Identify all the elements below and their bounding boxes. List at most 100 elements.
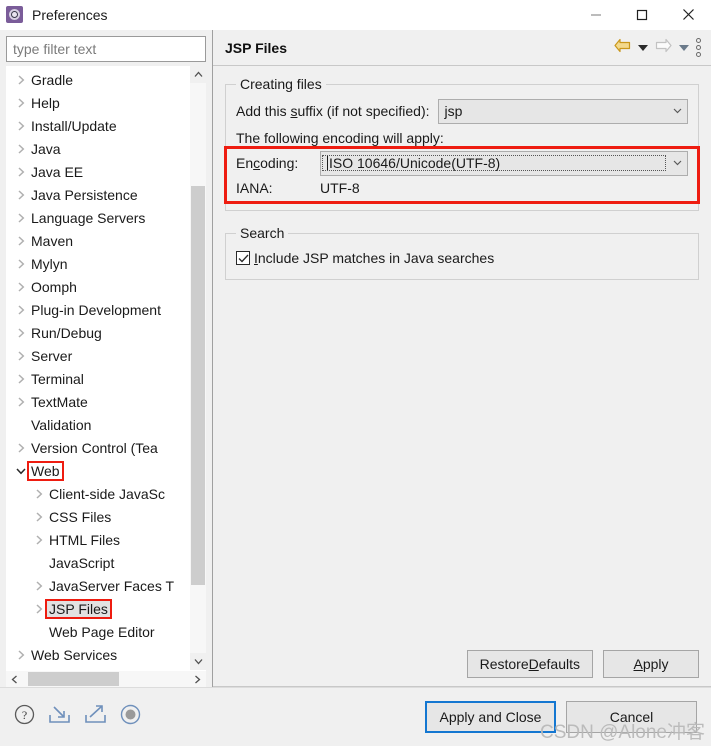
chevron-right-icon[interactable] (30, 534, 47, 545)
include-jsp-matches-row[interactable]: Include JSP matches in Java searches (236, 247, 688, 269)
tree-vertical-scrollbar[interactable] (189, 66, 206, 670)
tree-item-install-update[interactable]: Install/Update (6, 114, 189, 137)
chevron-right-icon[interactable] (30, 580, 47, 591)
restore-defaults-button[interactable]: Restore Defaults (466, 650, 593, 678)
tree-main: Gradle Help Install/Update Java Java EE Java … (6, 66, 206, 670)
scroll-right-button[interactable] (189, 671, 206, 687)
tree-item-javaserver-faces-t[interactable]: JavaServer Faces T (6, 574, 189, 597)
tree-item-version-control-tea[interactable]: Version Control (Tea (6, 436, 189, 459)
search-group: Search Include JSP matches in Java searc… (225, 225, 699, 280)
title-bar: Preferences (0, 0, 711, 30)
chevron-right-icon[interactable] (12, 258, 29, 269)
back-dropdown-icon[interactable] (638, 44, 648, 51)
suffix-label: Add this suffix (if not specified): (236, 103, 430, 119)
scroll-up-button[interactable] (190, 66, 206, 83)
tree-item-plug-in-development[interactable]: Plug-in Development (6, 298, 189, 321)
tree-item-label: Java (31, 140, 61, 157)
tree-item-help[interactable]: Help (6, 91, 189, 114)
tree-item-web-page-editor[interactable]: Web Page Editor (6, 620, 189, 643)
chevron-right-icon[interactable] (12, 189, 29, 200)
vertical-scroll-thumb[interactable] (191, 185, 205, 585)
chevron-right-icon[interactable] (12, 373, 29, 384)
suffix-combo[interactable]: jsp (437, 98, 688, 124)
tree-item-client-side-javasc[interactable]: Client-side JavaSc (6, 482, 189, 505)
export-icon[interactable] (84, 704, 107, 730)
vertical-scroll-track[interactable] (190, 83, 206, 653)
chevron-right-icon[interactable] (12, 166, 29, 177)
chevron-right-icon[interactable] (12, 396, 29, 407)
tree-item-html-files[interactable]: HTML Files (6, 528, 189, 551)
chevron-right-icon[interactable] (12, 212, 29, 223)
apply-button[interactable]: Apply (603, 650, 699, 678)
chevron-right-icon[interactable] (12, 120, 29, 131)
chevron-right-icon[interactable] (30, 488, 47, 499)
chevron-right-icon[interactable] (30, 603, 47, 614)
chevron-down-icon (667, 160, 687, 166)
tree-item-run-debug[interactable]: Run/Debug (6, 321, 189, 344)
cancel-button[interactable]: Cancel (566, 701, 697, 733)
preference-page-pane: JSP Files Creating files Add this suffix… (212, 30, 711, 687)
tree-item-label: HTML Files (49, 531, 121, 548)
tree-item-label: CSS Files (49, 508, 112, 525)
tree-item-java-ee[interactable]: Java EE (6, 160, 189, 183)
filter-input[interactable]: type filter text (6, 36, 206, 62)
tree-item-textmate[interactable]: TextMate (6, 390, 189, 413)
tree-item-label: Maven (31, 232, 74, 249)
tree-item-maven[interactable]: Maven (6, 229, 189, 252)
tree-item-web-services[interactable]: Web Services (6, 643, 189, 666)
tree-item-label: Oomph (31, 278, 77, 295)
dialog-icon-group: ? (14, 704, 141, 730)
page-title: JSP Files (225, 39, 288, 56)
dialog-body: type filter text Gradle Help Install/Updat… (0, 30, 711, 687)
horizontal-scroll-track[interactable] (23, 671, 189, 687)
maximize-button[interactable] (619, 0, 665, 30)
chevron-right-icon[interactable] (12, 235, 29, 246)
tree-item-label: Terminal (31, 370, 84, 387)
chevron-right-icon[interactable] (30, 511, 47, 522)
tree-item-label: Plug-in Development (31, 301, 161, 318)
encoding-combo[interactable]: ISO 10646/Unicode(UTF-8) (320, 150, 688, 176)
preference-tree-pane: type filter text Gradle Help Install/Updat… (0, 30, 212, 687)
chevron-right-icon[interactable] (12, 649, 29, 660)
include-jsp-matches-checkbox[interactable] (236, 251, 250, 265)
tree-item-label: TextMate (31, 393, 88, 410)
tree-item-oomph[interactable]: Oomph (6, 275, 189, 298)
tree-item-java[interactable]: Java (6, 137, 189, 160)
chevron-down-icon[interactable] (12, 467, 29, 475)
horizontal-scroll-thumb[interactable] (27, 672, 120, 686)
tree-item-web[interactable]: Web (6, 459, 189, 482)
preference-tree[interactable]: Gradle Help Install/Update Java Java EE Java … (6, 66, 189, 670)
tree-item-css-files[interactable]: CSS Files (6, 505, 189, 528)
scroll-down-button[interactable] (190, 653, 206, 670)
minimize-button[interactable] (573, 0, 619, 30)
back-arrow-icon[interactable] (614, 38, 631, 58)
scroll-left-button[interactable] (6, 671, 23, 687)
help-icon[interactable]: ? (14, 704, 35, 730)
chevron-right-icon[interactable] (12, 97, 29, 108)
tree-item-jsp-files[interactable]: JSP Files (6, 597, 189, 620)
chevron-right-icon[interactable] (12, 327, 29, 338)
tree-item-terminal[interactable]: Terminal (6, 367, 189, 390)
tree-item-gradle[interactable]: Gradle (6, 68, 189, 91)
chevron-right-icon[interactable] (12, 350, 29, 361)
tree-item-javascript[interactable]: JavaScript (6, 551, 189, 574)
apply-and-close-button[interactable]: Apply and Close (425, 701, 556, 733)
view-menu-icon[interactable] (696, 38, 701, 57)
tree-item-server[interactable]: Server (6, 344, 189, 367)
chevron-right-icon[interactable] (12, 281, 29, 292)
tree-item-label: Client-side JavaSc (49, 485, 165, 502)
import-icon[interactable] (48, 704, 71, 730)
tree-item-java-persistence[interactable]: Java Persistence (6, 183, 189, 206)
tree-item-label: Help (31, 94, 60, 111)
forward-dropdown-icon[interactable] (679, 44, 689, 51)
close-button[interactable] (665, 0, 711, 30)
tree-item-language-servers[interactable]: Language Servers (6, 206, 189, 229)
chevron-right-icon[interactable] (12, 74, 29, 85)
tree-item-mylyn[interactable]: Mylyn (6, 252, 189, 275)
tree-item-validation[interactable]: Validation (6, 413, 189, 436)
chevron-right-icon[interactable] (12, 143, 29, 154)
chevron-right-icon[interactable] (12, 304, 29, 315)
record-icon[interactable] (120, 704, 141, 730)
chevron-right-icon[interactable] (12, 442, 29, 453)
tree-horizontal-scrollbar[interactable] (6, 670, 206, 687)
